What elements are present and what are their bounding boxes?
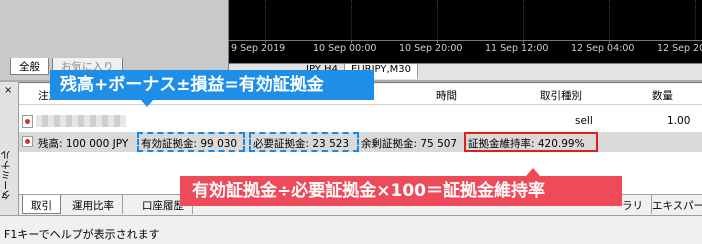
quantity-cell: 1.00 — [667, 115, 691, 127]
column-header-quantity[interactable]: 数量 — [652, 88, 673, 103]
grid-line — [523, 0, 524, 40]
time-axis — [229, 40, 702, 41]
grid-line — [265, 0, 266, 40]
axis-date-label: 10 Sep 00:00 — [313, 43, 377, 54]
grid-line — [351, 0, 352, 40]
status-text: F1キーでヘルプが表示されます — [4, 228, 160, 241]
order-icon — [22, 115, 33, 128]
margin-level-value: 証拠金維持率: 420.99% — [468, 138, 585, 150]
tab-experts[interactable]: エキスパー — [644, 195, 702, 214]
grid-line — [437, 0, 438, 40]
header-divider — [19, 104, 702, 105]
terminal-side-label: ターミナル — [2, 150, 13, 200]
free-margin-value: 余剰証拠金: 75 507 — [361, 138, 458, 150]
close-icon[interactable]: × — [4, 86, 12, 96]
margin-value: 必要証拠金: 23 523 — [253, 138, 350, 150]
balance-icon — [22, 136, 33, 147]
equity-formula-callout: 残高+ボーナス±損益=有効証拠金 — [50, 70, 374, 100]
callout-pointer — [140, 99, 154, 107]
axis-date-label: 9 Sep 2019 — [231, 43, 286, 54]
callout-pointer — [526, 168, 540, 176]
trade-type-cell: sell — [575, 115, 593, 127]
column-header-time[interactable]: 時間 — [436, 88, 457, 103]
equity-value: 有効証拠金: 99 030 — [141, 138, 238, 150]
price-chart[interactable]: 9 Sep 2019 10 Sep 00:00 10 Sep 20:00 11 … — [229, 0, 702, 63]
margin-level-formula-callout: 有効証拠金÷必要証拠金×100＝証拠金維持率 — [180, 176, 622, 206]
tab-trade[interactable]: 取引 — [22, 195, 61, 214]
balance-value: 残高: 100 000 JPY — [38, 138, 129, 150]
axis-date-label: 12 Sep 04:00 — [571, 43, 635, 54]
grid-line — [609, 0, 610, 40]
axis-date-label: 12 Sep 20:00 — [657, 43, 702, 54]
axis-date-label: 10 Sep 20:00 — [399, 43, 463, 54]
order-id-redacted — [36, 115, 126, 127]
axis-date-label: 11 Sep 12:00 — [485, 43, 549, 54]
grid-line — [695, 0, 696, 40]
tab-general[interactable]: 全般 — [10, 58, 49, 75]
tab-exposure[interactable]: 運用比率 — [64, 195, 123, 214]
column-header-trade-type[interactable]: 取引種別 — [540, 88, 582, 103]
